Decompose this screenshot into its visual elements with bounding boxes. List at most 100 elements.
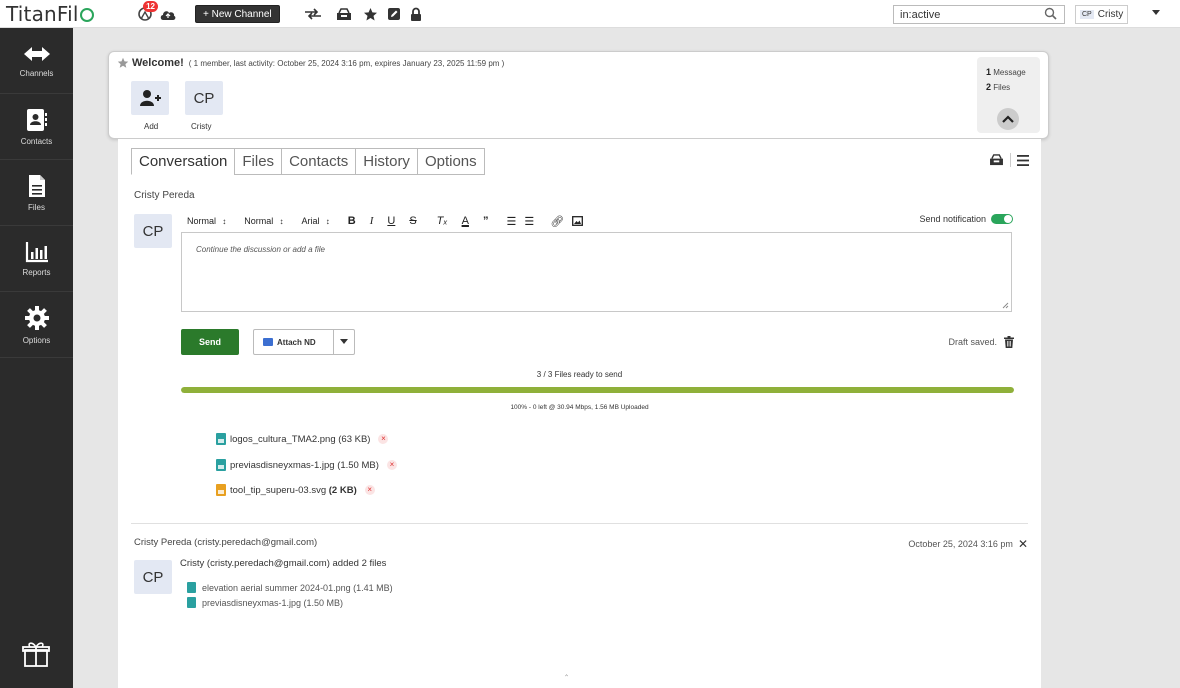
user-menu[interactable]: CP Cristy	[1075, 5, 1129, 24]
composer-avatar: CP	[134, 214, 172, 248]
log-file-item[interactable]: previasdisneyxmas-1.jpg (1.50 MB)	[187, 597, 343, 608]
attached-file-size: (63 KB)	[338, 433, 371, 445]
strikethrough-icon[interactable]: S	[409, 215, 416, 227]
tab-history[interactable]: History	[355, 148, 417, 175]
remove-file-icon[interactable]: ×	[386, 460, 397, 470]
attach-nd-button[interactable]: Attach ND	[253, 329, 355, 355]
draft-status: Draft saved.	[948, 336, 1014, 348]
attached-file: tool_tip_superu-03.svg (2 KB) ×	[216, 484, 375, 496]
collapse-header-button[interactable]	[997, 108, 1019, 130]
log-file-name: previasdisneyxmas-1.jpg (1.50 MB)	[202, 597, 344, 608]
notification-badge: 12	[143, 1, 158, 12]
transfer-arrows-icon[interactable]	[303, 4, 323, 24]
sidebar-item-label: Channels	[19, 68, 54, 78]
tab-conversation[interactable]: Conversation	[131, 148, 235, 175]
attached-file-name: logos_cultura_TMA2.png	[230, 433, 336, 445]
message-editor[interactable]: Continue the discussion or add a file	[181, 232, 1012, 312]
add-user-icon	[140, 90, 161, 106]
upload-progress-fill	[181, 387, 1014, 393]
text-color-icon[interactable]: A	[462, 215, 469, 227]
lock-icon[interactable]	[406, 4, 426, 24]
app-logo[interactable]: TitanFil	[6, 2, 94, 26]
image-file-icon	[216, 459, 226, 471]
image-icon[interactable]	[572, 216, 584, 226]
tab-options[interactable]: Options	[416, 148, 485, 175]
notifications-icon[interactable]: 12	[135, 1, 158, 24]
sidebar-item-files[interactable]: Files	[0, 160, 73, 226]
gift-icon[interactable]	[22, 640, 50, 668]
logo-e-icon	[79, 7, 94, 22]
remove-file-icon[interactable]: ×	[364, 485, 375, 495]
inbox-tray-icon[interactable]	[989, 154, 1004, 166]
file-count-row: 2 Files	[986, 82, 1010, 92]
button-split-divider	[333, 330, 334, 354]
send-notification-label: Send notification	[919, 214, 986, 224]
top-bar: TitanFil 12 + New Channel CP Cristy	[0, 0, 1180, 28]
italic-icon[interactable]: I	[370, 215, 374, 227]
editor-toolbar: Normal Normal Arial B I U S Tₓ A ” ☰ ☰ 🔗…	[187, 212, 584, 230]
file-count-label: Files	[993, 83, 1011, 92]
message-count-row: 1 Message	[986, 67, 1026, 77]
send-button[interactable]: Send	[181, 329, 239, 355]
log-entry-date: October 25, 2024 3:16 pm	[908, 539, 1013, 549]
star-icon[interactable]	[360, 4, 380, 24]
image-file-icon	[216, 433, 226, 445]
file-icon	[28, 174, 45, 197]
channel-tabs: Conversation Files Contacts History Opti…	[131, 148, 485, 175]
editor-placeholder: Continue the discussion or add a file	[196, 245, 325, 254]
inbox-tray-icon[interactable]	[334, 4, 354, 24]
tool-divider	[1010, 153, 1011, 167]
svg-file-icon	[216, 484, 226, 496]
scroll-up-icon[interactable]: ‸	[565, 666, 568, 677]
log-entry-date-row: October 25, 2024 3:16 pm ✕	[908, 537, 1028, 551]
font-select[interactable]: Arial	[302, 216, 330, 226]
remove-file-icon[interactable]: ×	[378, 434, 389, 444]
resize-handle-icon[interactable]	[1002, 302, 1009, 309]
sidebar-item-channels[interactable]: Channels	[0, 28, 73, 94]
send-notification-toggle[interactable]	[991, 214, 1013, 224]
sidebar-item-options[interactable]: Options	[0, 292, 73, 358]
channel-meta: ( 1 member, last activity: October 25, 2…	[188, 58, 505, 68]
edit-icon[interactable]	[384, 4, 404, 24]
log-file-item[interactable]: elevation aerial summer 2024-01.png (1.4…	[187, 582, 393, 593]
tab-contacts[interactable]: Contacts	[281, 148, 356, 175]
menu-icon[interactable]	[1017, 154, 1029, 166]
member-name: Cristy	[191, 122, 212, 131]
size-format-select[interactable]: Normal	[244, 216, 283, 226]
underline-icon[interactable]: U	[387, 215, 395, 227]
user-avatar: CP	[1080, 10, 1094, 19]
image-file-icon	[187, 582, 196, 593]
message-count-label: Message	[993, 68, 1026, 77]
sidebar-item-reports[interactable]: Reports	[0, 226, 73, 292]
link-icon[interactable]: 🔗︎	[550, 215, 564, 228]
attached-file: previasdisneyxmas-1.jpg (1.50 MB) ×	[216, 459, 397, 471]
attach-nd-label: Attach ND	[277, 337, 316, 347]
send-notification-row: Send notification	[919, 214, 1013, 224]
search-icon[interactable]	[1044, 7, 1057, 20]
star-icon[interactable]	[117, 57, 129, 69]
header-format-select[interactable]: Normal	[187, 216, 226, 226]
gear-icon	[24, 305, 49, 330]
ordered-list-icon[interactable]: ☰	[506, 215, 516, 228]
chevron-down-icon[interactable]	[340, 339, 348, 344]
channel-title-row: Welcome! ( 1 member, last activity: Octo…	[117, 57, 504, 69]
netdocuments-icon	[263, 338, 273, 346]
channel-title: Welcome!	[132, 57, 184, 69]
bullet-list-icon[interactable]: ☰	[524, 215, 534, 228]
bold-icon[interactable]: B	[348, 215, 356, 227]
attached-file-name: tool_tip_superu-03.svg	[230, 484, 327, 496]
sidebar-item-contacts[interactable]: Contacts	[0, 94, 73, 160]
close-icon[interactable]: ✕	[1018, 537, 1028, 551]
trash-icon[interactable]	[1004, 336, 1014, 348]
add-member-button[interactable]	[131, 81, 169, 115]
cloud-upload-icon[interactable]	[158, 4, 178, 24]
chevron-down-icon[interactable]	[1152, 10, 1160, 16]
channel-stats: 1 Message 2 Files	[977, 57, 1040, 133]
quote-icon[interactable]: ”	[483, 215, 489, 227]
tab-files[interactable]: Files	[234, 148, 282, 175]
new-channel-button[interactable]: + New Channel	[195, 5, 280, 23]
clear-format-icon[interactable]: Tₓ	[437, 215, 448, 227]
member-avatar[interactable]: CP	[185, 81, 223, 115]
sidebar-item-label: Files	[28, 202, 45, 212]
search-input[interactable]	[893, 5, 1065, 24]
